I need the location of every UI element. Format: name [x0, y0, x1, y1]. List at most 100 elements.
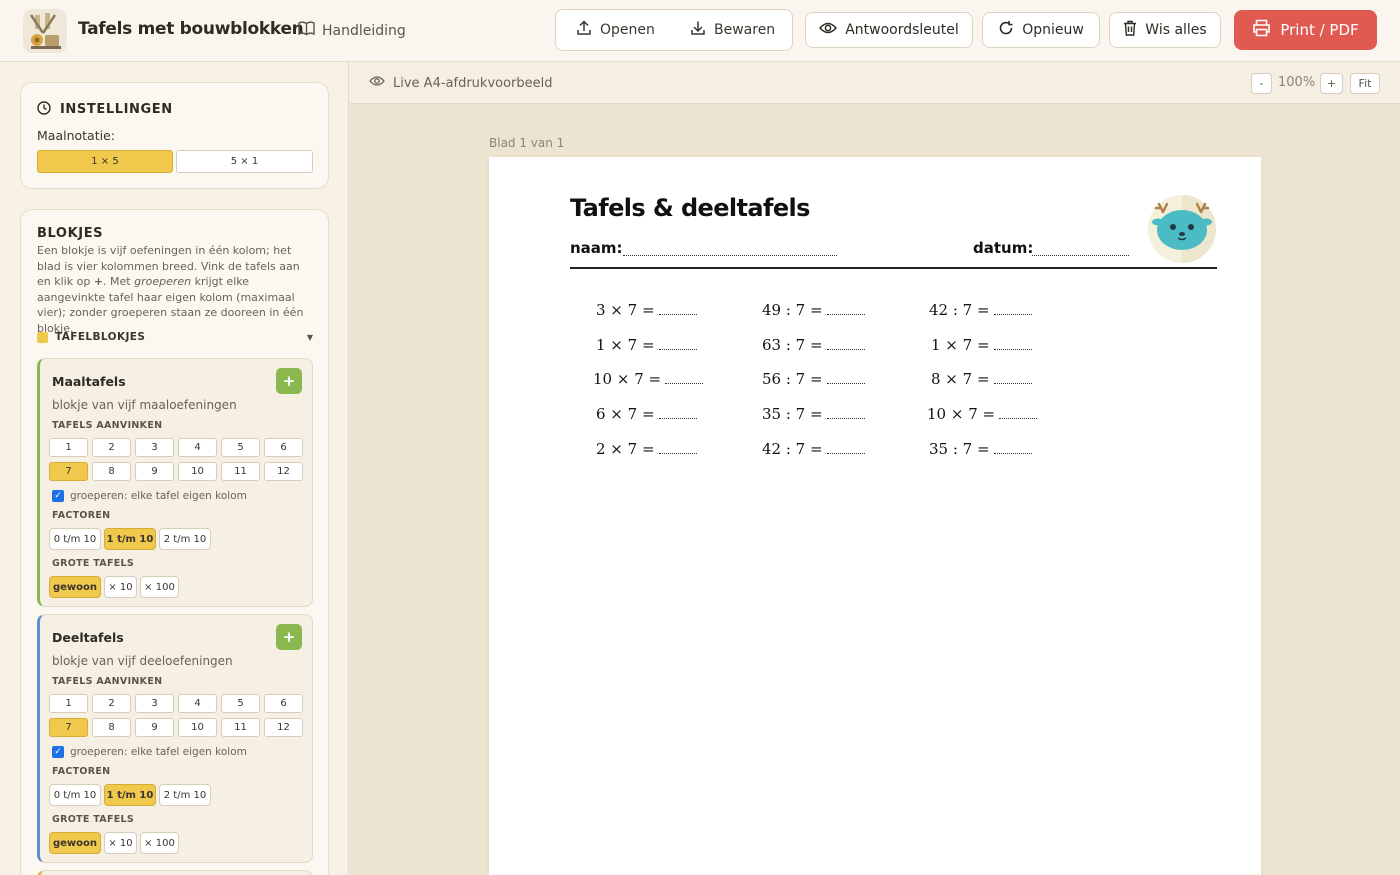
group-checkbox[interactable]: ✓	[52, 490, 64, 502]
group-header[interactable]: TAFELBLOKJES ▼	[37, 331, 313, 343]
factor-option[interactable]: 0 t/m 10	[49, 528, 101, 550]
table-toggle[interactable]: 8	[92, 462, 131, 481]
factor-option[interactable]: 1 t/m 10	[104, 784, 156, 806]
table-toggle[interactable]: 2	[92, 438, 131, 457]
exercise-text: 42 : 7 =	[929, 301, 990, 319]
preview-toolbar: Live A4-afdrukvoorbeeld - 100% + Fit	[350, 62, 1400, 104]
fit-button[interactable]: Fit	[1350, 73, 1380, 94]
table-toggle[interactable]: 6	[264, 694, 303, 713]
answer-line	[826, 440, 865, 454]
table-toggle[interactable]: 12	[264, 462, 303, 481]
big-table-option[interactable]: gewoon	[49, 832, 101, 854]
block-division: Deeltafels + blokje van vijf deeloefenin…	[37, 614, 313, 863]
exercise-text: 10 × 7 =	[593, 370, 662, 388]
manual-link[interactable]: Handleiding	[298, 21, 406, 40]
block-title: Deeltafels	[52, 630, 124, 645]
answer-line	[826, 336, 865, 350]
table-toggle[interactable]: 5	[221, 438, 260, 457]
table-toggle[interactable]: 1	[49, 694, 88, 713]
exercise: 49 : 7 =	[762, 301, 865, 319]
answer-key-button[interactable]: Antwoordsleutel	[805, 12, 973, 48]
exercise: 2 × 7 =	[596, 440, 697, 458]
header-rule	[570, 267, 1217, 269]
add-block-button[interactable]: +	[276, 368, 302, 394]
clear-all-button[interactable]: Wis alles	[1109, 12, 1221, 48]
table-toggle[interactable]: 4	[178, 438, 217, 457]
preview-label-text: Live A4-afdrukvoorbeeld	[393, 75, 553, 91]
table-toggle[interactable]: 1	[49, 438, 88, 457]
exercise-text: 6 × 7 =	[596, 405, 655, 423]
exercise: 8 × 7 =	[931, 370, 1032, 388]
factor-option[interactable]: 2 t/m 10	[159, 784, 211, 806]
block-subtitle: blokje van vijf maaloefeningen	[52, 398, 237, 412]
table-toggle[interactable]: 12	[264, 718, 303, 737]
book-icon	[298, 21, 315, 40]
factor-option[interactable]: 0 t/m 10	[49, 784, 101, 806]
answer-line	[658, 405, 697, 419]
table-toggle[interactable]: 2	[92, 694, 131, 713]
group-checkbox[interactable]: ✓	[52, 746, 64, 758]
big-table-option[interactable]: × 100	[140, 832, 179, 854]
notation-label: Maalnotatie:	[37, 128, 115, 143]
answer-line	[658, 440, 697, 454]
desc-part: . Met	[103, 275, 131, 288]
sheet-label: Blad 1 van 1	[489, 136, 565, 150]
table-toggle[interactable]: 7	[49, 462, 88, 481]
answer-line	[993, 440, 1032, 454]
exercise: 42 : 7 =	[929, 301, 1032, 319]
big-table-option[interactable]: gewoon	[49, 576, 101, 598]
print-pdf-button[interactable]: Print / PDF	[1234, 10, 1377, 50]
zoom-in-button[interactable]: +	[1320, 73, 1343, 94]
print-label: Print / PDF	[1280, 21, 1359, 39]
eye-icon	[369, 75, 385, 91]
trash-icon	[1123, 20, 1137, 40]
answer-line	[993, 301, 1032, 315]
name-line	[623, 255, 837, 256]
notation-option-5x1[interactable]: 5 × 1	[176, 150, 313, 173]
table-toggle[interactable]: 3	[135, 694, 174, 713]
eye-icon	[819, 21, 838, 39]
table-toggle[interactable]: 10	[178, 462, 217, 481]
big-table-option[interactable]: × 10	[104, 832, 137, 854]
exercise-text: 35 : 7 =	[762, 405, 823, 423]
table-toggle[interactable]: 6	[264, 438, 303, 457]
table-toggle[interactable]: 11	[221, 718, 260, 737]
plus-icon: +	[282, 372, 296, 390]
table-toggle[interactable]: 10	[178, 718, 217, 737]
exercise: 1 × 7 =	[931, 336, 1032, 354]
group-checkbox-label: groeperen: elke tafel eigen kolom	[70, 746, 247, 758]
worksheet-page: Tafels & deeltafels naam: datum: 3 × 7 =	[489, 157, 1261, 875]
upload-icon	[576, 20, 592, 40]
exercise: 63 : 7 =	[762, 336, 865, 354]
notation-option-1x5[interactable]: 1 × 5	[37, 150, 173, 173]
answer-line	[993, 336, 1032, 350]
save-button[interactable]: Bewaren	[690, 10, 775, 50]
group-checkbox-row: ✓ groeperen: elke tafel eigen kolom	[52, 746, 247, 758]
table-toggle[interactable]: 11	[221, 462, 260, 481]
add-block-button[interactable]: +	[276, 624, 302, 650]
table-toggle[interactable]: 9	[135, 462, 174, 481]
factor-option[interactable]: 2 t/m 10	[159, 528, 211, 550]
chevron-down-icon[interactable]: ▼	[307, 333, 313, 342]
block-title: Maaltafels	[52, 374, 126, 389]
exercise: 10 × 7 =	[927, 405, 1038, 423]
group-checkbox-row: ✓ groeperen: elke tafel eigen kolom	[52, 490, 247, 502]
answer-line	[999, 405, 1038, 419]
big-table-option[interactable]: × 100	[140, 576, 179, 598]
table-toggle[interactable]: 9	[135, 718, 174, 737]
answer-line	[665, 370, 704, 384]
open-button[interactable]: Openen	[576, 10, 655, 50]
zoom-out-button[interactable]: -	[1251, 73, 1272, 94]
table-toggle[interactable]: 7	[49, 718, 88, 737]
clock-icon	[37, 100, 51, 119]
table-toggle[interactable]: 3	[135, 438, 174, 457]
big-table-option[interactable]: × 10	[104, 576, 137, 598]
table-toggle[interactable]: 4	[178, 694, 217, 713]
factor-option[interactable]: 1 t/m 10	[104, 528, 156, 550]
block-subtitle: blokje van vijf deeloefeningen	[52, 654, 233, 668]
table-toggle[interactable]: 5	[221, 694, 260, 713]
tables-label: TAFELS AANVINKEN	[52, 676, 163, 687]
settings-card: INSTELLINGEN Maalnotatie: 1 × 5 5 × 1	[20, 82, 329, 189]
table-toggle[interactable]: 8	[92, 718, 131, 737]
reset-button[interactable]: Opnieuw	[982, 12, 1100, 48]
